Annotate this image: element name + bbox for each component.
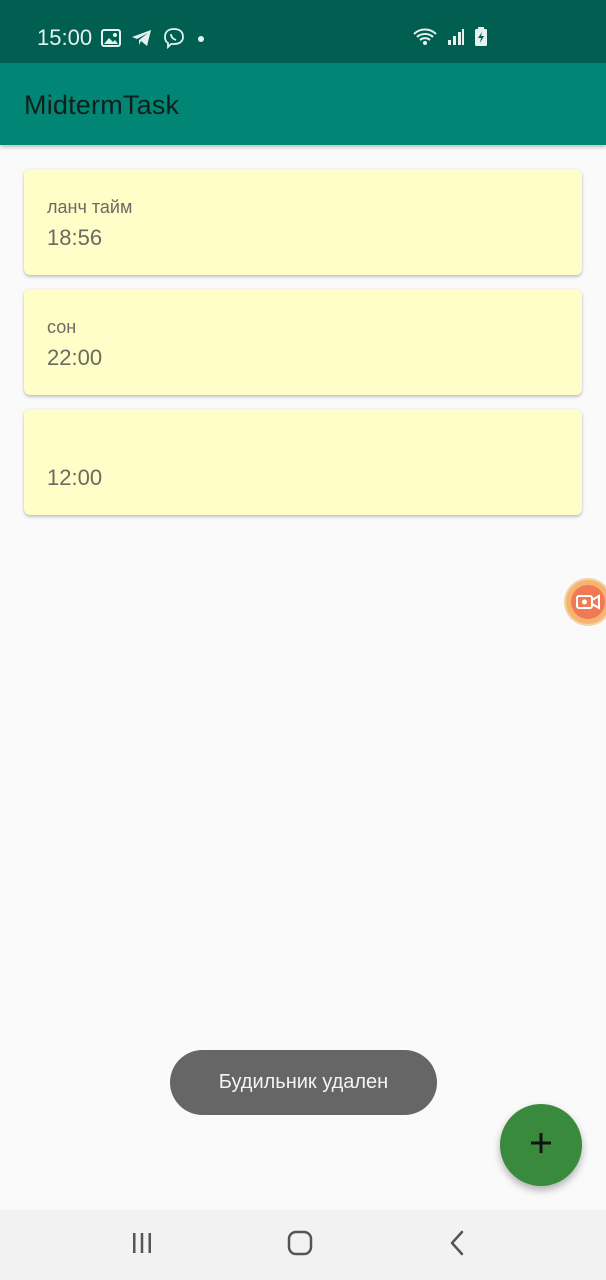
alarm-time: 22:00 xyxy=(47,345,103,370)
app-bar: MidtermTask xyxy=(0,63,606,145)
alarm-name: ланч тайм xyxy=(47,197,133,217)
wifi-icon xyxy=(412,27,438,52)
toast-message: Будильник удален xyxy=(170,1050,437,1115)
recent-apps-icon xyxy=(130,1231,154,1260)
telegram-icon xyxy=(131,29,153,52)
alarm-time: 12:00 xyxy=(47,465,103,490)
alarm-name: сон xyxy=(47,317,77,337)
alarm-card[interactable]: сон 22:00 xyxy=(24,289,582,395)
screen-recorder-bubble[interactable] xyxy=(566,580,606,624)
home-icon xyxy=(287,1230,313,1261)
signal-icon xyxy=(447,28,465,51)
dot-icon xyxy=(195,32,207,50)
add-alarm-button[interactable] xyxy=(500,1104,582,1186)
recent-apps-button[interactable] xyxy=(122,1228,162,1262)
system-icons xyxy=(412,27,488,52)
back-button[interactable] xyxy=(438,1228,478,1262)
notification-icons xyxy=(101,27,207,54)
plus-icon xyxy=(528,1130,554,1161)
viber-icon xyxy=(163,27,185,54)
alarm-list: ланч тайм 18:56 сон 22:00 12:00 xyxy=(24,169,582,529)
home-button[interactable] xyxy=(280,1228,320,1262)
battery-charging-icon xyxy=(474,27,488,52)
video-camera-icon xyxy=(571,585,605,619)
status-bar: 15:00 xyxy=(0,0,606,63)
alarm-card[interactable]: ланч тайм 18:56 xyxy=(24,169,582,275)
image-icon xyxy=(101,29,121,52)
navigation-bar xyxy=(0,1210,606,1280)
app-title: MidtermTask xyxy=(24,90,180,120)
alarm-card[interactable]: 12:00 xyxy=(24,409,582,515)
alarm-time: 18:56 xyxy=(47,225,103,250)
toast-text: Будильник удален xyxy=(218,1071,389,1093)
status-time: 15:00 xyxy=(37,25,93,50)
back-icon xyxy=(446,1230,470,1261)
